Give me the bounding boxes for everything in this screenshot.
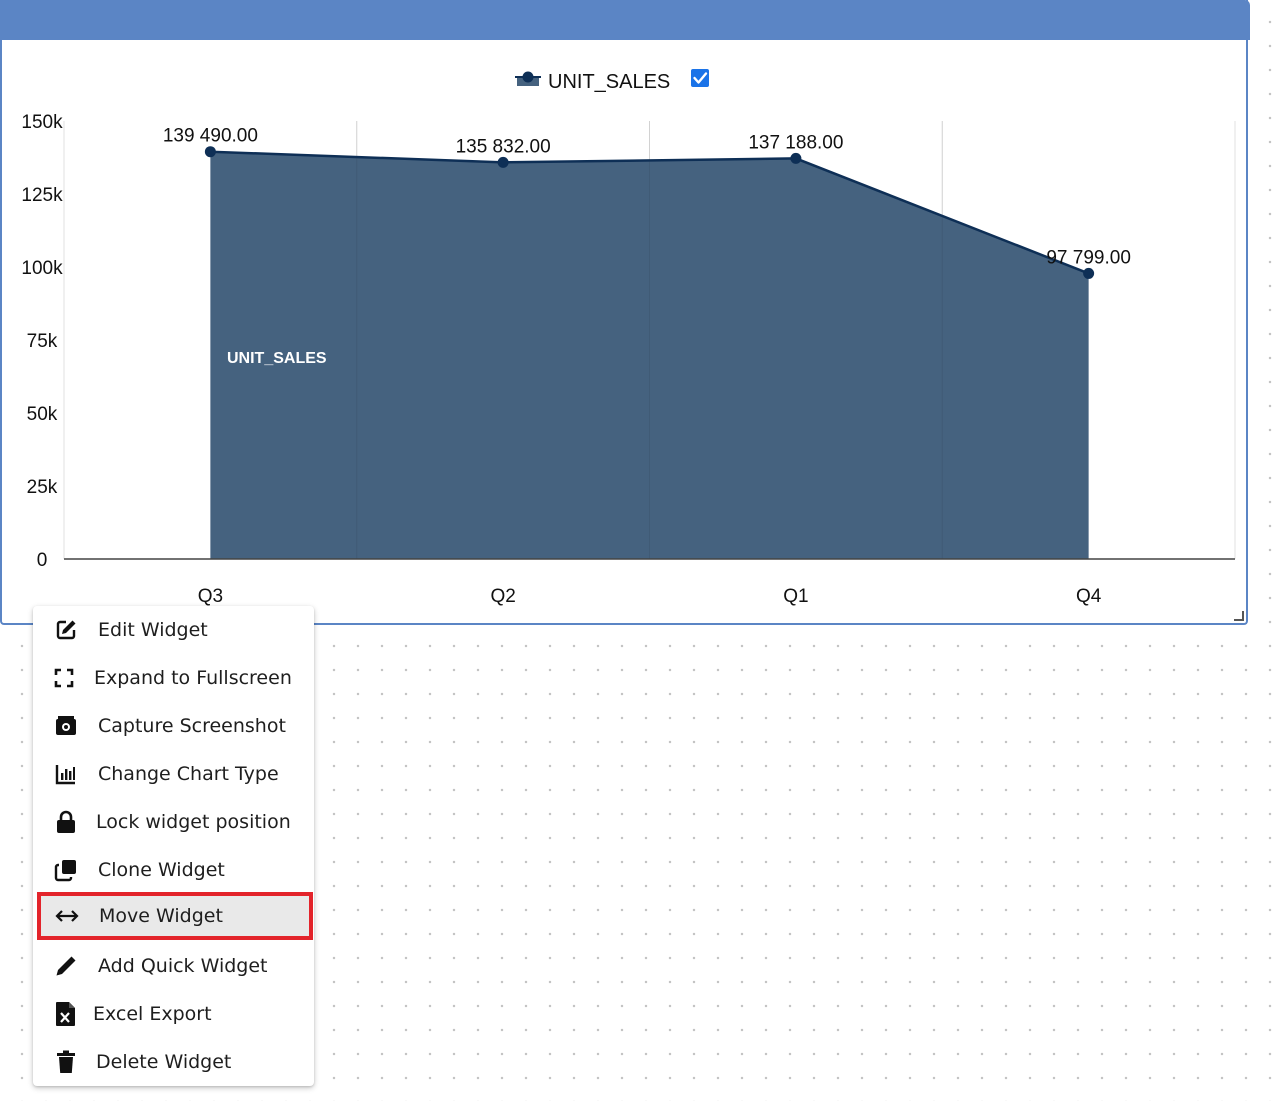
legend-checkbox[interactable] (691, 69, 709, 87)
menu-item-add-quick-widget[interactable]: Add Quick Widget (33, 942, 314, 990)
data-label: 139 490.00 (163, 126, 258, 147)
menu-item-label: Capture Screenshot (98, 715, 286, 737)
area-chart: 0 25k 50k 75k 100k 125k 150k Q3 Q2 Q1 Q4 139 490.0… (21, 69, 1236, 607)
data-label: 137 188.00 (748, 132, 843, 153)
series-inside-label: UNIT_SALES (227, 350, 327, 367)
menu-item-label: Delete Widget (96, 1051, 232, 1073)
data-label: 135 832.00 (456, 136, 551, 157)
data-point (790, 152, 802, 164)
menu-item-excel-export[interactable]: Excel Export (33, 990, 314, 1038)
menu-item-edit-widget[interactable]: Edit Widget (33, 606, 314, 654)
menu-item-label: Move Widget (99, 905, 223, 927)
menu-item-label: Edit Widget (98, 619, 208, 641)
y-tick-label: 0 (37, 550, 48, 571)
data-point (497, 156, 509, 168)
menu-item-lock-widget-position[interactable]: Lock widget position (33, 798, 314, 846)
clone-icon (53, 857, 79, 883)
fullscreen-icon (51, 665, 77, 691)
y-tick-label: 50k (27, 404, 58, 425)
menu-item-delete-widget[interactable]: Delete Widget (33, 1038, 314, 1086)
menu-item-capture-screenshot[interactable]: Capture Screenshot (33, 702, 314, 750)
widget-context-menu: Edit Widget Expand to Fullscreen Capture… (33, 606, 314, 1086)
chart-legend[interactable]: UNIT_SALES (515, 69, 709, 93)
menu-item-label: Lock widget position (96, 811, 291, 833)
menu-item-label: Expand to Fullscreen (94, 667, 292, 689)
menu-item-label: Change Chart Type (98, 763, 279, 785)
lock-icon (53, 809, 79, 835)
resize-handle[interactable] (1234, 611, 1244, 621)
chart-area-layer (204, 121, 1095, 559)
edit-icon (53, 617, 79, 643)
menu-item-label: Add Quick Widget (98, 955, 268, 977)
y-tick-label: 125k (21, 185, 63, 206)
legend-marker-icon (515, 71, 541, 86)
menu-item-move-widget[interactable]: Move Widget (37, 892, 313, 940)
menu-item-change-chart-type[interactable]: Change Chart Type (33, 750, 314, 798)
menu-item-expand-fullscreen[interactable]: Expand to Fullscreen (33, 654, 314, 702)
x-tick-label: Q3 (198, 586, 223, 607)
menu-item-label: Excel Export (93, 1003, 212, 1025)
menu-item-clone-widget[interactable]: Clone Widget (33, 846, 314, 894)
y-tick-label: 25k (27, 477, 58, 498)
x-tick-label: Q4 (1076, 586, 1102, 607)
pencil-icon (53, 953, 79, 979)
y-tick-label: 150k (21, 112, 63, 133)
data-point (204, 146, 216, 158)
y-tick-label: 100k (21, 258, 63, 279)
x-tick-label: Q1 (783, 586, 808, 607)
excel-file-icon (53, 1001, 79, 1027)
data-point (1083, 267, 1095, 279)
menu-item-label: Clone Widget (98, 859, 225, 881)
y-tick-label: 75k (27, 331, 58, 352)
data-label: 97 799.00 (1046, 247, 1131, 268)
chart-widget[interactable]: 0 25k 50k 75k 100k 125k 150k Q3 Q2 Q1 Q4 139 490.0… (0, 0, 1250, 625)
trash-icon (53, 1049, 79, 1075)
bar-chart-icon (53, 761, 79, 787)
legend-label: UNIT_SALES (548, 71, 670, 93)
camera-icon (53, 713, 79, 739)
move-arrows-icon (54, 903, 80, 929)
x-tick-label: Q2 (490, 586, 515, 607)
